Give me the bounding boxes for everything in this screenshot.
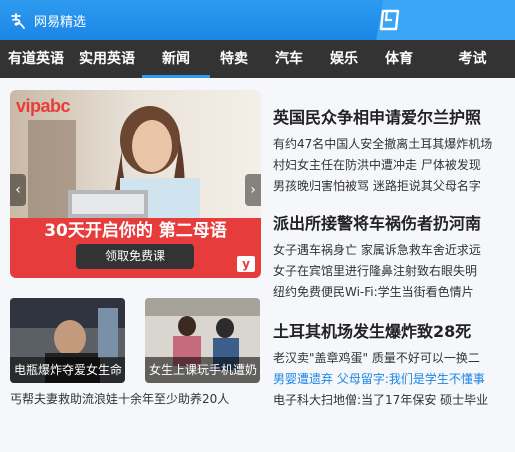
brand[interactable]: 网易精选 [10,11,86,30]
netease-logo-icon [11,12,25,29]
vipabc-logo: vipabc [16,96,71,116]
thumb-caption-2: 女生上课玩手机遭奶 [145,357,260,383]
chevron-left-icon: ‹ [15,182,21,198]
news-link[interactable]: 纽约免费便民Wi-Fi:学生当街看色情片 [273,282,509,303]
news-title-1[interactable]: 英国民众争相申请爱尔兰护照 [273,104,509,128]
tab-sales[interactable]: 特卖 [210,40,258,78]
news-title-3[interactable]: 土耳其机场发生爆炸致28死 [273,318,509,342]
thumb-news-1[interactable]: 电瓶爆炸夺爱女生命 [10,298,125,383]
news-link-highlighted[interactable]: 男婴遭遗弃 父母留字:我们是学生不懂事 [273,369,509,390]
news-link[interactable]: 电子科大扫地僧:当了17年保安 硕士毕业 [273,390,509,411]
tab-practical-english[interactable]: 实用英语 [72,40,142,78]
youdao-logo-icon[interactable] [378,8,402,32]
brand-label: 网易精选 [34,15,87,30]
news-block-3: 土耳其机场发生爆炸致28死 老汉卖"盖章鸡蛋" 质量不好可以一换二 男婴遭遗弃 … [273,318,509,411]
news-block-2: 派出所接警将车祸伤者扔河南 女子遇车祸身亡 家属诉急救车舍近求远 女子在宾馆里进… [273,210,509,303]
category-nav: 有道英语 实用英语 新闻 特卖 汽车 娱乐 体育 考试 [0,40,515,78]
news-link[interactable]: 女子遇车祸身亡 家属诉急救车舍近求远 [273,240,509,261]
tab-news[interactable]: 新闻 [142,40,210,78]
carousel-next-button[interactable]: › [245,174,261,206]
tab-youdao-english[interactable]: 有道英语 [0,40,72,78]
tab-exams[interactable]: 考试 [430,40,515,78]
news-link-blue-2[interactable]: 父母留字:我们是学生不懂事 [337,372,485,386]
bottom-news-link[interactable]: 丐帮夫妻救助流浪娃十余年至少助养20人 [10,390,261,407]
carousel-prev-button[interactable]: ‹ [10,174,26,206]
tab-sports[interactable]: 体育 [368,40,430,78]
news-link[interactable]: 老汉卖"盖章鸡蛋" 质量不好可以一换二 [273,348,509,369]
thumb-news-2[interactable]: 女生上课玩手机遭奶 [145,298,260,383]
content-area: vipabc 30天开启你的 第二母语 领取免费课 y ‹ › 电瓶爆炸夺爱女生… [0,78,515,452]
vipabc-mark-icon: y [237,256,255,272]
news-link[interactable]: 有约47名中国人安全撤离土耳其爆炸机场 [273,134,509,155]
news-link[interactable]: 村妇女主任在防洪中遭冲走 尸体被发现 [273,155,509,176]
ad-banner[interactable]: vipabc 30天开启你的 第二母语 领取免费课 y ‹ › [10,90,261,278]
free-trial-button[interactable]: 领取免费课 [76,244,194,269]
tab-cars[interactable]: 汽车 [258,40,320,78]
news-link[interactable]: 女子在宾馆里进行隆鼻注射致右眼失明 [273,261,509,282]
news-title-2[interactable]: 派出所接警将车祸伤者扔河南 [273,210,509,234]
news-block-1: 英国民众争相申请爱尔兰护照 有约47名中国人安全撤离土耳其爆炸机场 村妇女主任在… [273,104,509,197]
news-link-blue-1[interactable]: 男婴遭遗弃 [273,372,333,386]
title-bar: 网易精选 [0,0,515,40]
banner-slogan: 30天开启你的 第二母语 [44,221,227,241]
tab-entertainment[interactable]: 娱乐 [320,40,368,78]
chevron-right-icon: › [250,182,256,198]
thumb-caption-1: 电瓶爆炸夺爱女生命 [10,357,125,383]
news-link[interactable]: 男孩晚归害怕被骂 迷路拒说其父母名字 [273,176,509,197]
